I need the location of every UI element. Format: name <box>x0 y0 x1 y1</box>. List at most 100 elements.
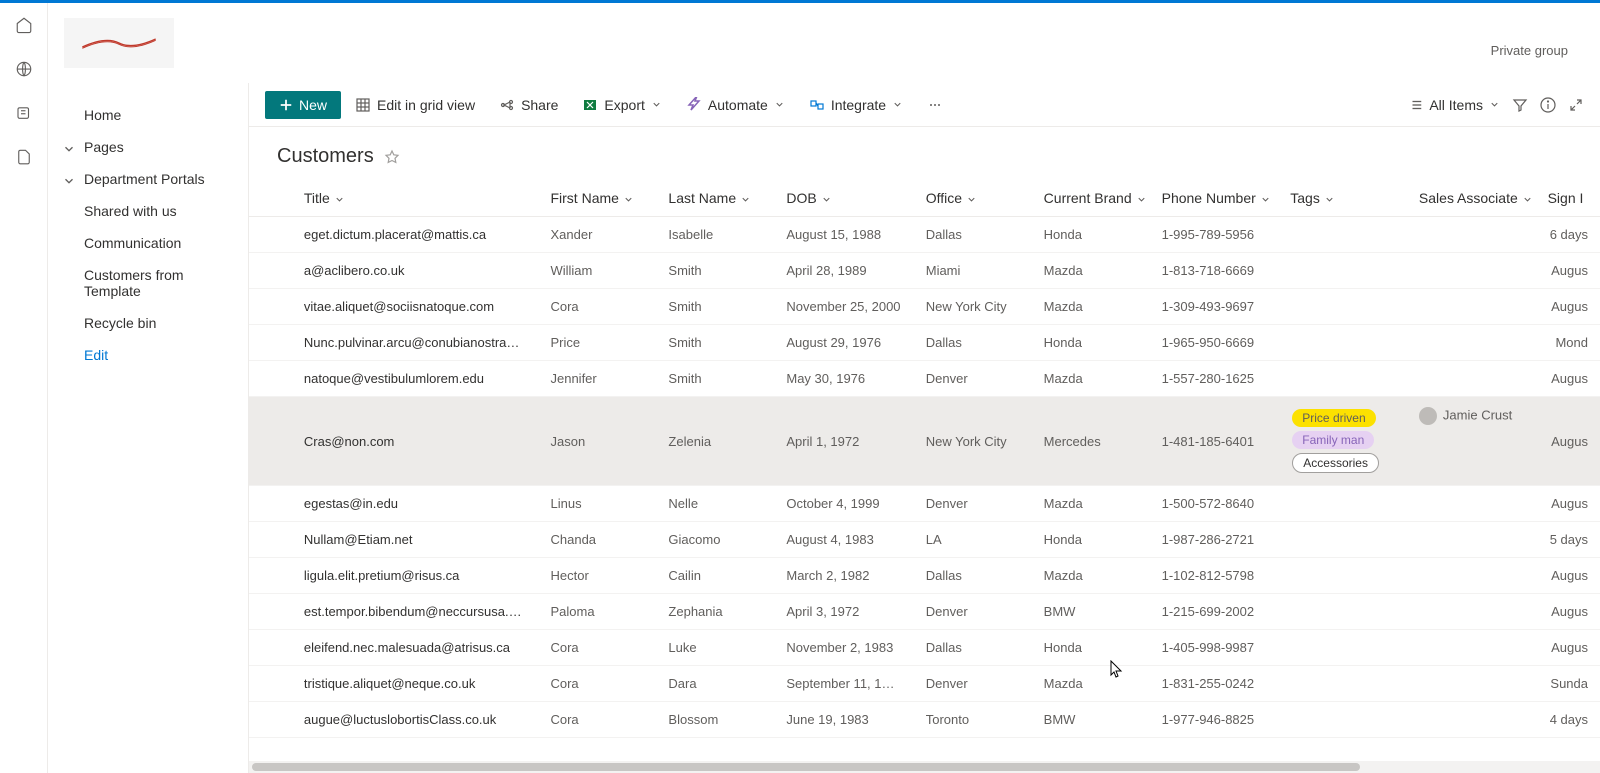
cell-tags <box>1278 217 1407 253</box>
table-row[interactable]: tristique.aliquet@neque.co.uk Cora Dara … <box>249 666 1600 702</box>
cell-title[interactable]: egestas@in.edu <box>292 486 539 522</box>
cell-title[interactable]: a@aclibero.co.uk <box>292 253 539 289</box>
cell-office: Dallas <box>914 217 1032 253</box>
customers-table: Title First Name Last Name DOB Office Cu… <box>249 180 1600 761</box>
info-button[interactable] <box>1540 97 1556 113</box>
table-row[interactable]: Nullam@Etiam.net Chanda Giacomo August 4… <box>249 522 1600 558</box>
cell-phone: 1-481-185-6401 <box>1150 397 1279 486</box>
nav-home[interactable]: Home <box>48 99 248 131</box>
cell-sign: Augus <box>1536 253 1600 289</box>
cell-office: New York City <box>914 289 1032 325</box>
home-icon[interactable] <box>14 15 34 35</box>
table-row[interactable]: eget.dictum.placerat@mattis.ca Xander Is… <box>249 217 1600 253</box>
cell-last: Zelenia <box>656 397 774 486</box>
col-last[interactable]: Last Name <box>656 180 774 217</box>
cell-dob: November 2, 1983 <box>774 630 913 666</box>
filter-button[interactable] <box>1512 97 1528 113</box>
table-row[interactable]: ligula.elit.pretium@risus.ca Hector Cail… <box>249 558 1600 594</box>
cell-dob: October 4, 1999 <box>774 486 913 522</box>
view-selector[interactable]: All Items <box>1409 97 1500 113</box>
cell-sign: Augus <box>1536 289 1600 325</box>
cell-tags <box>1278 253 1407 289</box>
table-row[interactable]: Nunc.pulvinar.arcu@conubianostraper.edu … <box>249 325 1600 361</box>
table-row[interactable]: eleifend.nec.malesuada@atrisus.ca Cora L… <box>249 630 1600 666</box>
favorite-icon[interactable] <box>384 149 400 165</box>
cell-sales <box>1407 217 1536 253</box>
table-row[interactable]: natoque@vestibulumlorem.edu Jennifer Smi… <box>249 361 1600 397</box>
export-button[interactable]: Export <box>572 91 671 119</box>
horizontal-scrollbar[interactable] <box>249 761 1600 773</box>
cell-first: Linus <box>538 486 656 522</box>
nav-customers-template[interactable]: Customers from Template <box>48 259 248 307</box>
cell-last: Isabelle <box>656 217 774 253</box>
nav-shared[interactable]: Shared with us <box>48 195 248 227</box>
cell-title[interactable]: eleifend.nec.malesuada@atrisus.ca <box>292 630 539 666</box>
chevron-down-icon <box>62 142 76 156</box>
table-row[interactable]: est.tempor.bibendum@neccursusa.com Palom… <box>249 594 1600 630</box>
cell-title[interactable]: tristique.aliquet@neque.co.uk <box>292 666 539 702</box>
site-logo[interactable] <box>64 18 174 68</box>
col-sign[interactable]: Sign I <box>1536 180 1600 217</box>
col-sales[interactable]: Sales Associate <box>1407 180 1536 217</box>
nav-recycle[interactable]: Recycle bin <box>48 307 248 339</box>
cell-first: Chanda <box>538 522 656 558</box>
cell-brand: Honda <box>1032 630 1150 666</box>
cell-title[interactable]: ligula.elit.pretium@risus.ca <box>292 558 539 594</box>
col-brand[interactable]: Current Brand <box>1032 180 1150 217</box>
cell-sign: Augus <box>1536 397 1600 486</box>
cell-sign: Augus <box>1536 558 1600 594</box>
cell-office: Denver <box>914 666 1032 702</box>
integrate-button[interactable]: Integrate <box>799 91 913 119</box>
cell-phone: 1-977-946-8825 <box>1150 702 1279 738</box>
nav-department-portals[interactable]: Department Portals <box>48 163 248 195</box>
cell-sign: Augus <box>1536 594 1600 630</box>
cell-title[interactable]: vitae.aliquet@sociisnatoque.com <box>292 289 539 325</box>
col-office[interactable]: Office <box>914 180 1032 217</box>
cell-office: New York City <box>914 397 1032 486</box>
col-select[interactable] <box>249 180 292 217</box>
cell-tags <box>1278 630 1407 666</box>
file-icon[interactable] <box>14 147 34 167</box>
cell-office: LA <box>914 522 1032 558</box>
globe-icon[interactable] <box>14 59 34 79</box>
col-phone[interactable]: Phone Number <box>1150 180 1279 217</box>
cell-title[interactable]: est.tempor.bibendum@neccursusa.com <box>292 594 539 630</box>
table-row[interactable]: augue@luctuslobortisClass.co.uk Cora Blo… <box>249 702 1600 738</box>
table-row[interactable]: vitae.aliquet@sociisnatoque.com Cora Smi… <box>249 289 1600 325</box>
table-row[interactable]: Cras@non.com Jason Zelenia April 1, 1972… <box>249 397 1600 486</box>
cell-title[interactable]: Cras@non.com <box>292 397 539 486</box>
col-title[interactable]: Title <box>292 180 539 217</box>
cell-sales: Jamie Crust <box>1407 397 1536 486</box>
automate-button[interactable]: Automate <box>676 91 795 119</box>
grid-icon <box>355 97 371 113</box>
cell-title[interactable]: natoque@vestibulumlorem.edu <box>292 361 539 397</box>
expand-button[interactable] <box>1568 97 1584 113</box>
cell-sales <box>1407 594 1536 630</box>
cell-office: Dallas <box>914 630 1032 666</box>
col-dob[interactable]: DOB <box>774 180 913 217</box>
cell-office: Dallas <box>914 325 1032 361</box>
new-button[interactable]: New <box>265 91 341 119</box>
news-icon[interactable] <box>14 103 34 123</box>
nav-communication[interactable]: Communication <box>48 227 248 259</box>
cell-dob: August 29, 1976 <box>774 325 913 361</box>
cell-title[interactable]: augue@luctuslobortisClass.co.uk <box>292 702 539 738</box>
cell-title[interactable]: Nunc.pulvinar.arcu@conubianostraper.edu <box>292 325 539 361</box>
cell-brand: Mazda <box>1032 253 1150 289</box>
nav-pages[interactable]: Pages <box>48 131 248 163</box>
cell-first: Xander <box>538 217 656 253</box>
table-row[interactable]: a@aclibero.co.uk William Smith April 28,… <box>249 253 1600 289</box>
cell-sign: Sunda <box>1536 666 1600 702</box>
col-first[interactable]: First Name <box>538 180 656 217</box>
share-button[interactable]: Share <box>489 91 568 119</box>
cell-title[interactable]: eget.dictum.placerat@mattis.ca <box>292 217 539 253</box>
excel-icon <box>582 97 598 113</box>
more-button[interactable] <box>917 91 953 119</box>
cell-first: William <box>538 253 656 289</box>
nav-edit[interactable]: Edit <box>48 339 248 371</box>
cell-title[interactable]: Nullam@Etiam.net <box>292 522 539 558</box>
edit-grid-button[interactable]: Edit in grid view <box>345 91 485 119</box>
col-tags[interactable]: Tags <box>1278 180 1407 217</box>
table-row[interactable]: egestas@in.edu Linus Nelle October 4, 19… <box>249 486 1600 522</box>
cell-dob: April 3, 1972 <box>774 594 913 630</box>
